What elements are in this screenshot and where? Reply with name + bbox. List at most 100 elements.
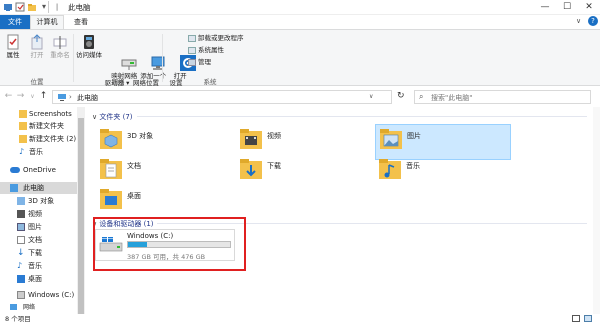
uninstall-button[interactable]: 卸载或更改程序 bbox=[188, 34, 244, 43]
folder-downloads[interactable]: 下载 bbox=[239, 155, 369, 191]
new-folder-quick-icon[interactable] bbox=[27, 2, 37, 12]
sidebar-item-screenshots[interactable]: Screenshots bbox=[0, 108, 78, 120]
document-icon bbox=[17, 236, 25, 244]
tab-file[interactable]: 文件 bbox=[0, 15, 30, 29]
address-bar[interactable]: › 此电脑 ∨ bbox=[52, 90, 392, 104]
sidebar-item-music-2[interactable]: ♪ 音乐 bbox=[0, 260, 78, 272]
sidebar-item-label: 音乐 bbox=[28, 262, 42, 270]
sidebar-item-label: 桌面 bbox=[28, 275, 42, 283]
sidebar-item-videos[interactable]: 视频 bbox=[0, 208, 78, 220]
minimize-icon[interactable]: — bbox=[538, 1, 552, 13]
drive-icon bbox=[17, 291, 25, 299]
sidebar-item-label: 下载 bbox=[28, 249, 42, 257]
chevron-right-icon[interactable]: › bbox=[69, 93, 72, 101]
ribbon: 属性 打开 重命名 位置 访问媒体 映射网络 驱动器 ▾ 添加一个 网络位置 网… bbox=[0, 29, 600, 87]
open-button[interactable]: 打开 bbox=[26, 34, 48, 59]
media-icon bbox=[81, 34, 97, 50]
up-icon[interactable]: ↑ bbox=[38, 91, 49, 101]
help-icon[interactable]: ? bbox=[588, 16, 598, 26]
tab-view[interactable]: 查看 bbox=[66, 15, 96, 29]
tab-computer[interactable]: 计算机 bbox=[30, 15, 64, 29]
picture-icon bbox=[17, 223, 25, 231]
sidebar-item-new-folder-2[interactable]: 新建文件夹 (2) bbox=[0, 133, 78, 145]
title-bar: ▾ | 此电脑 — ☐ ✕ bbox=[0, 0, 600, 15]
folder-label: 3D 对象 bbox=[127, 132, 154, 140]
drive-usage-bar bbox=[127, 241, 231, 248]
sidebar-scrollbar-thumb[interactable] bbox=[78, 118, 84, 314]
sidebar-item-label: 新建文件夹 (2) bbox=[29, 135, 77, 143]
cloud-icon bbox=[10, 167, 20, 173]
sidebar-item-label: 图片 bbox=[28, 223, 42, 231]
sidebar-item-onedrive[interactable]: OneDrive bbox=[0, 164, 78, 176]
folder-label: 下载 bbox=[267, 162, 281, 170]
sidebar-item-pictures[interactable]: 图片 bbox=[0, 221, 78, 233]
sidebar-item-this-pc[interactable]: 此电脑 bbox=[0, 182, 78, 194]
manage-button[interactable]: 管理 bbox=[188, 58, 211, 67]
sidebar-item-documents[interactable]: 文档 bbox=[0, 234, 78, 246]
content-scrollbar[interactable] bbox=[593, 107, 600, 314]
manage-label: 管理 bbox=[198, 58, 211, 66]
sidebar-item-label: 3D 对象 bbox=[28, 197, 55, 205]
cube-icon bbox=[17, 197, 25, 205]
sidebar-item-music[interactable]: ♪ 音乐 bbox=[0, 146, 78, 158]
properties-label: 属性 bbox=[6, 51, 20, 59]
properties-icon bbox=[5, 34, 21, 50]
drive-usage-fill bbox=[128, 242, 148, 247]
close-icon[interactable]: ✕ bbox=[582, 1, 596, 13]
folder-label: 音乐 bbox=[406, 162, 420, 170]
system-properties-icon bbox=[188, 46, 196, 54]
access-media-button[interactable]: 访问媒体 bbox=[76, 34, 102, 59]
desktop-icon bbox=[17, 275, 25, 283]
sidebar-item-label: 音乐 bbox=[29, 148, 43, 156]
sidebar-item-desktop[interactable]: 桌面 bbox=[0, 273, 78, 285]
sidebar-item-windows-c[interactable]: Windows (C:) bbox=[0, 289, 78, 301]
folder-desktop[interactable]: 桌面 bbox=[99, 185, 229, 221]
folder-music-icon bbox=[378, 155, 402, 185]
search-icon: ⌕ bbox=[419, 92, 424, 101]
forward-icon[interactable]: → bbox=[15, 91, 26, 101]
large-icons-view-icon[interactable] bbox=[584, 315, 592, 322]
system-properties-label: 系统属性 bbox=[198, 46, 224, 54]
sidebar-item-new-folder[interactable]: 新建文件夹 bbox=[0, 120, 78, 132]
explorer-icon bbox=[3, 2, 13, 12]
sidebar-item-downloads[interactable]: ↓ 下载 bbox=[0, 247, 78, 259]
window-title: 此电脑 bbox=[68, 3, 91, 12]
breadcrumb[interactable]: 此电脑 bbox=[77, 93, 98, 103]
system-properties-button[interactable]: 系统属性 bbox=[188, 46, 224, 55]
search-box[interactable]: ⌕ 搜索"此电脑" bbox=[414, 90, 591, 104]
folders-section-header[interactable]: ∨ 文件夹 (7) bbox=[92, 112, 133, 122]
chevron-down-icon[interactable]: ∨ bbox=[369, 93, 373, 100]
search-placeholder: 搜索"此电脑" bbox=[431, 94, 473, 102]
sidebar-item-network[interactable]: 网络 bbox=[0, 303, 78, 312]
sidebar-item-label: 网络 bbox=[23, 304, 36, 311]
folder-label: 文档 bbox=[127, 162, 141, 170]
refresh-icon[interactable]: ↻ bbox=[397, 91, 405, 101]
maximize-icon[interactable]: ☐ bbox=[560, 1, 574, 13]
folder-label: 视频 bbox=[267, 132, 281, 140]
chevron-down-icon[interactable]: ∨ bbox=[576, 17, 581, 25]
back-icon[interactable]: ← bbox=[3, 91, 14, 101]
drive-name: Windows (C:) bbox=[127, 232, 174, 240]
folder-desktop-icon bbox=[99, 185, 123, 215]
rename-icon bbox=[52, 34, 68, 50]
folder-icon bbox=[19, 122, 27, 130]
details-view-icon[interactable] bbox=[572, 315, 580, 322]
item-count: 8 个项目 bbox=[5, 315, 31, 323]
properties-button[interactable]: 属性 bbox=[2, 34, 24, 59]
folder-music[interactable]: 音乐 bbox=[378, 155, 508, 191]
folder-icon bbox=[19, 110, 27, 118]
folder-label: 桌面 bbox=[127, 192, 141, 200]
sidebar-item-label: Screenshots bbox=[29, 110, 72, 118]
network-drive-icon bbox=[109, 48, 137, 70]
network-icon bbox=[10, 304, 17, 310]
checkbox-icon[interactable] bbox=[15, 2, 25, 12]
folder-document-icon bbox=[99, 155, 123, 185]
open-icon bbox=[29, 34, 45, 50]
computer-icon bbox=[10, 184, 18, 192]
rename-button[interactable]: 重命名 bbox=[49, 34, 71, 59]
uninstall-icon bbox=[188, 34, 196, 42]
chevron-down-icon[interactable]: ∨ bbox=[27, 93, 38, 100]
drive-windows-c[interactable]: Windows (C:) 387 GB 可用，共 476 GB bbox=[95, 229, 235, 261]
section-divider bbox=[137, 116, 587, 117]
sidebar-item-3d-objects[interactable]: 3D 对象 bbox=[0, 195, 78, 207]
